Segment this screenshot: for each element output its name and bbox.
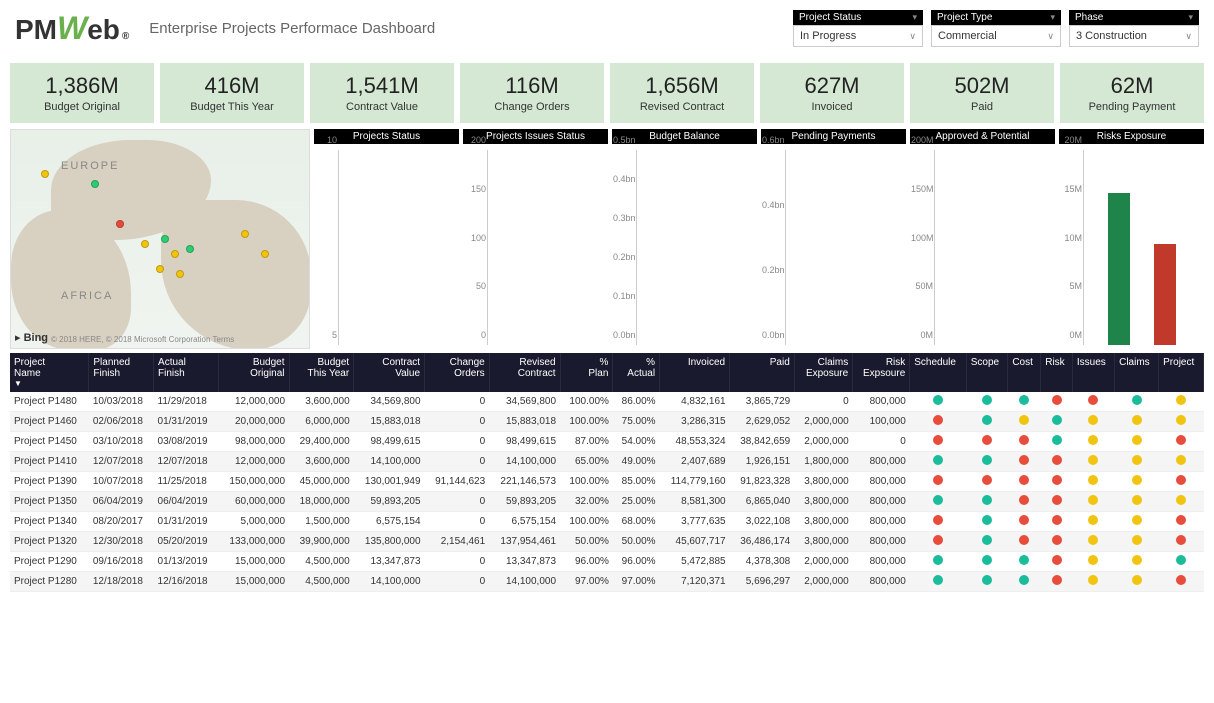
col-header-17[interactable]: Risk <box>1041 353 1073 392</box>
col-header-19[interactable]: Claims <box>1115 353 1159 392</box>
table-row[interactable]: Project P148010/03/201811/29/201812,000,… <box>10 392 1204 412</box>
col-header-12[interactable]: ClaimsExposure <box>794 353 852 392</box>
col-header-9[interactable]: %Actual <box>613 353 660 392</box>
chart-0[interactable]: Projects Status5101103 <box>314 129 459 349</box>
col-header-14[interactable]: Schedule <box>910 353 966 392</box>
table-row[interactable]: Project P128012/18/201812/16/201815,000,… <box>10 572 1204 592</box>
col-header-0[interactable]: ProjectName▼ <box>10 353 89 392</box>
kpi-card-1: 416MBudget This Year <box>160 63 304 123</box>
table-row[interactable]: Project P129009/16/201801/13/201915,000,… <box>10 552 1204 572</box>
map-bing-logo: ▸ Bing <box>15 331 48 344</box>
filter-label-2: Phase▾ <box>1069 10 1199 25</box>
table-row[interactable]: Project P146002/06/201801/31/201920,000,… <box>10 412 1204 432</box>
kpi-card-0: 1,386MBudget Original <box>10 63 154 123</box>
col-header-4[interactable]: BudgetThis Year <box>289 353 354 392</box>
filter-label-0: Project Status▾ <box>793 10 923 25</box>
col-header-16[interactable]: Cost <box>1008 353 1041 392</box>
map[interactable]: EUROPE AFRICA ▸ Bing © 2018 HERE, © 2018… <box>10 129 310 349</box>
col-header-1[interactable]: PlannedFinish <box>89 353 154 392</box>
map-label-europe: EUROPE <box>61 160 119 172</box>
kpi-card-2: 1,541MContract Value <box>310 63 454 123</box>
map-label-africa: AFRICA <box>61 290 113 302</box>
col-header-7[interactable]: RevisedContract <box>489 353 560 392</box>
chart-1[interactable]: Projects Issues Status05010015020010350 <box>463 129 608 349</box>
kpi-card-4: 1,656MRevised Contract <box>610 63 754 123</box>
filter-select-1[interactable]: Commercial∨ <box>931 25 1061 47</box>
kpi-card-3: 116MChange Orders <box>460 63 604 123</box>
col-header-2[interactable]: ActualFinish <box>154 353 219 392</box>
col-header-13[interactable]: RiskExpsoure <box>853 353 910 392</box>
filter-select-2[interactable]: 3 Construction∨ <box>1069 25 1199 47</box>
col-header-3[interactable]: BudgetOriginal <box>218 353 289 392</box>
col-header-10[interactable]: Invoiced <box>660 353 730 392</box>
table-row[interactable]: Project P145003/10/201803/08/201998,000,… <box>10 432 1204 452</box>
col-header-11[interactable]: Paid <box>730 353 795 392</box>
chart-4[interactable]: Approved & Potential0M50M100M150M200M <box>910 129 1055 349</box>
table-row[interactable]: Project P141012/07/201812/07/201812,000,… <box>10 452 1204 472</box>
kpi-card-5: 627MInvoiced <box>760 63 904 123</box>
kpi-card-7: 62MPending Payment <box>1060 63 1204 123</box>
col-header-15[interactable]: Scope <box>966 353 1008 392</box>
chart-5[interactable]: Risks Exposure0M5M10M15M20M <box>1059 129 1204 349</box>
table-row[interactable]: Project P134008/20/201701/31/20195,000,0… <box>10 512 1204 532</box>
col-header-5[interactable]: ContractValue <box>354 353 425 392</box>
filter-label-1: Project Type▾ <box>931 10 1061 25</box>
col-header-8[interactable]: %Plan <box>560 353 613 392</box>
chart-2[interactable]: Budget Balance0.0bn0.1bn0.2bn0.3bn0.4bn0… <box>612 129 757 349</box>
chart-3[interactable]: Pending Payments0.0bn0.2bn0.4bn0.6bn <box>761 129 906 349</box>
map-copyright: © 2018 HERE, © 2018 Microsoft Corporatio… <box>51 335 234 344</box>
col-header-18[interactable]: Issues <box>1072 353 1114 392</box>
col-header-6[interactable]: ChangeOrders <box>425 353 490 392</box>
page-title: Enterprise Projects Performace Dashboard <box>149 20 435 37</box>
table-row[interactable]: Project P135006/04/201906/04/201960,000,… <box>10 492 1204 512</box>
col-header-20[interactable]: Project <box>1159 353 1204 392</box>
logo: PMWeb® <box>15 10 129 47</box>
table-row[interactable]: Project P139010/07/201811/25/2018150,000… <box>10 472 1204 492</box>
kpi-card-6: 502MPaid <box>910 63 1054 123</box>
table-row[interactable]: Project P132012/30/201805/20/2019133,000… <box>10 532 1204 552</box>
projects-table[interactable]: ProjectName▼PlannedFinishActualFinishBud… <box>10 353 1204 592</box>
filter-select-0[interactable]: In Progress∨ <box>793 25 923 47</box>
